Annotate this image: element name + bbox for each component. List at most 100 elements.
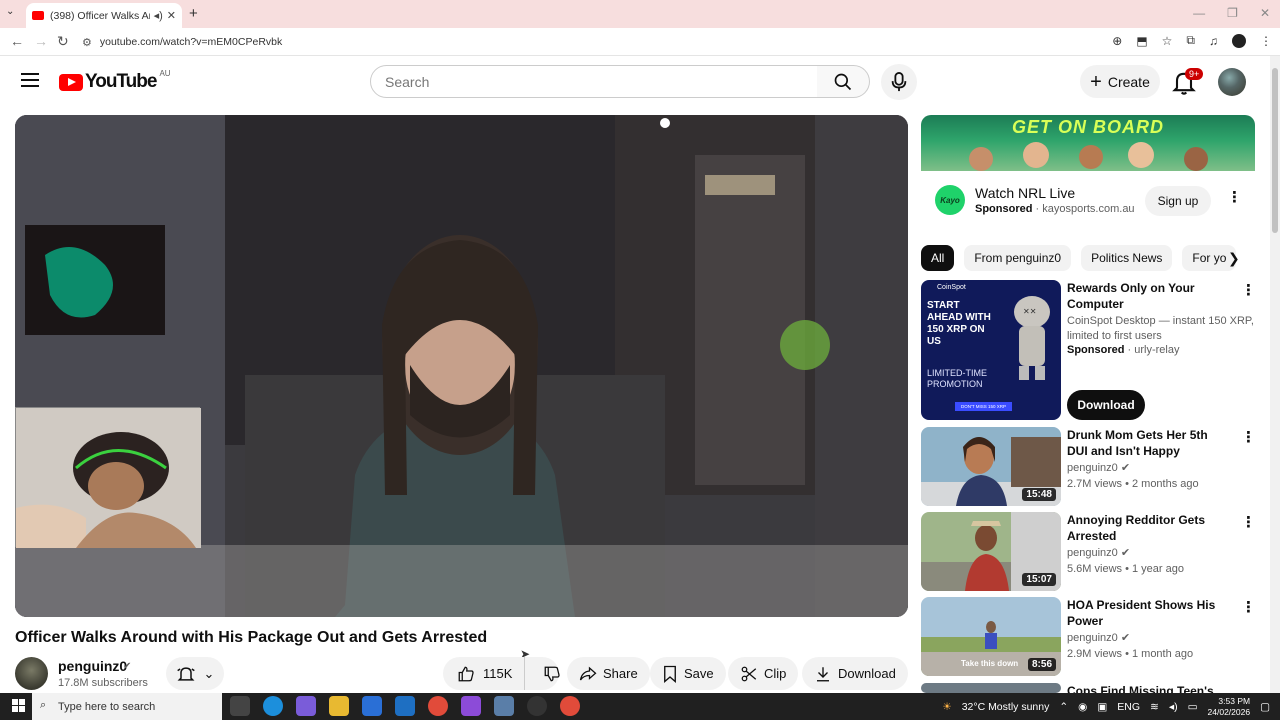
rec-more-options-icon[interactable]: ⋮ <box>1241 598 1256 616</box>
rec-title[interactable]: Annoying Redditor Gets Arrested <box>1067 512 1231 544</box>
chrome-active-icon[interactable] <box>560 696 580 716</box>
rec-more-options-icon[interactable]: ⋮ <box>1241 428 1256 446</box>
forward-arrow-icon[interactable]: → <box>34 33 48 49</box>
ad-banner-image[interactable]: GET ON BOARD <box>921 115 1255 171</box>
thumbs-up-icon <box>458 666 474 681</box>
reload-icon[interactable]: ↻ <box>57 33 69 50</box>
youtube-logo[interactable]: YouTube AU <box>59 69 171 93</box>
tray-chevron-icon[interactable]: ⌃ <box>1059 701 1068 713</box>
rec-title[interactable]: Cops Find Missing Teen's Body <box>1067 683 1231 693</box>
search-button[interactable] <box>817 65 870 98</box>
store-icon[interactable] <box>362 696 382 716</box>
tab-audio-icon[interactable]: ◂) <box>154 9 163 22</box>
hamburger-menu-icon[interactable] <box>21 73 39 87</box>
kayo-logo[interactable]: Kayo <box>935 185 965 215</box>
channel-avatar[interactable] <box>15 657 48 690</box>
search-input[interactable] <box>385 73 817 90</box>
language-indicator[interactable]: ENG <box>1117 701 1140 713</box>
search-box[interactable] <box>370 65 818 98</box>
profile-icon[interactable] <box>1232 33 1246 48</box>
rec-download-button[interactable]: Download <box>1067 390 1145 420</box>
share-button[interactable]: Share <box>567 657 650 690</box>
voice-search-button[interactable] <box>881 64 917 100</box>
subscribed-button[interactable]: ⌄ <box>166 657 224 690</box>
like-button[interactable]: 115K <box>443 657 526 690</box>
sponsored-recommendation[interactable]: CoinSpot START AHEAD WITH 150 XRP ON US … <box>921 280 1256 420</box>
rec-description: CoinSpot Desktop — instant 150 XRP, limi… <box>1067 315 1254 342</box>
minimize-icon[interactable]: — <box>1193 6 1205 20</box>
chip-from-channel[interactable]: From penguinz0 <box>964 245 1072 271</box>
rec-title[interactable]: Rewards Only on Your Computer <box>1067 280 1231 312</box>
rec-more-options-icon[interactable]: ⋮ <box>1241 513 1256 531</box>
app-icon[interactable] <box>494 696 514 716</box>
task-view-icon[interactable] <box>230 696 250 716</box>
new-tab-plus-icon[interactable]: + <box>189 5 198 22</box>
wifi-icon[interactable]: ≋ <box>1150 701 1159 713</box>
ad-signup-button[interactable]: Sign up <box>1145 186 1211 216</box>
back-arrow-icon[interactable]: ← <box>10 33 24 49</box>
taskbar-search-box[interactable]: ⌕ Type here to search <box>32 693 222 720</box>
rec-title[interactable]: HOA President Shows His Power <box>1067 597 1231 629</box>
obs-icon[interactable] <box>527 696 547 716</box>
restore-icon[interactable]: ❐ <box>1227 6 1238 20</box>
rec-thumbnail[interactable]: 15:48 <box>921 427 1061 506</box>
save-label: Save <box>684 666 714 681</box>
extensions-icon[interactable]: ⧉ <box>1186 33 1195 48</box>
tab-search-chevron-icon[interactable]: ⌄ <box>6 6 14 17</box>
account-avatar[interactable] <box>1218 68 1246 96</box>
rec-thumbnail[interactable]: Take this down 8:56 <box>921 597 1061 676</box>
coinspot-ad-thumbnail[interactable]: CoinSpot START AHEAD WITH 150 XRP ON US … <box>921 280 1061 420</box>
chips-next-arrow-icon[interactable]: ❯ <box>1228 250 1240 267</box>
media-control-icon[interactable]: ♫ <box>1209 34 1218 48</box>
tray-app-icon[interactable]: ▣ <box>1097 701 1107 713</box>
scrollbar-thumb[interactable] <box>1272 68 1278 233</box>
rec-thumbnail[interactable] <box>921 683 1061 693</box>
url-field[interactable]: ⚙ youtube.com/watch?v=mEM0CPeRvbk <box>82 32 1092 52</box>
edge-icon[interactable] <box>263 696 283 716</box>
close-window-icon[interactable]: ✕ <box>1260 6 1270 20</box>
recommended-video[interactable]: 15:48 Drunk Mom Gets Her 5th DUI and Isn… <box>921 427 1256 506</box>
rec-channel[interactable]: penguinz0 ✔ <box>1067 546 1130 559</box>
chip-politics-news[interactable]: Politics News <box>1081 245 1173 271</box>
install-app-icon[interactable]: ⬒ <box>1136 34 1147 48</box>
recommended-video[interactable]: 15:07 Annoying Redditor Gets Arrested pe… <box>921 512 1256 591</box>
rec-thumbnail[interactable]: 15:07 <box>921 512 1061 591</box>
network-icon[interactable]: ◉ <box>1078 701 1087 713</box>
svg-text:✕✕: ✕✕ <box>1023 307 1036 316</box>
ad-more-options-icon[interactable]: ⋮ <box>1227 188 1242 206</box>
save-button[interactable]: Save <box>650 657 726 690</box>
windows-start-icon[interactable] <box>12 699 25 712</box>
zoom-icon[interactable]: ⊕ <box>1112 34 1122 48</box>
ad-title[interactable]: Watch NRL Live <box>975 185 1075 201</box>
rec-channel[interactable]: penguinz0 ✔ <box>1067 631 1130 644</box>
create-button[interactable]: + Create <box>1080 65 1160 98</box>
bookmark-star-icon[interactable]: ☆ <box>1162 34 1173 48</box>
taskbar-clock[interactable]: 3:53 PM 24/02/2026 <box>1208 696 1251 718</box>
channel-name[interactable]: penguinz0 <box>58 658 127 674</box>
youtube-header: YouTube AU + Create 9+ <box>0 56 1270 108</box>
recommended-video[interactable]: Cops Find Missing Teen's Body <box>921 683 1255 693</box>
chip-all[interactable]: All <box>921 245 955 271</box>
outlook-icon[interactable] <box>395 696 415 716</box>
rec-more-options-icon[interactable]: ⋮ <box>1241 281 1256 299</box>
file-explorer-icon[interactable] <box>329 696 349 716</box>
site-info-icon[interactable]: ⚙ <box>82 36 92 49</box>
video-player[interactable] <box>15 115 908 617</box>
rec-title[interactable]: Drunk Mom Gets Her 5th DUI and Isn't Hap… <box>1067 427 1231 459</box>
rec-channel[interactable]: penguinz0 ✔ <box>1067 461 1130 474</box>
volume-icon[interactable]: ◂) <box>1169 701 1178 713</box>
clip-button[interactable]: Clip <box>728 657 799 690</box>
tab-close-icon[interactable]: ✕ <box>167 9 176 22</box>
recommended-video[interactable]: Take this down 8:56 HOA President Shows … <box>921 597 1256 676</box>
chrome-icon[interactable] <box>428 696 448 716</box>
battery-icon[interactable]: ▭ <box>1188 701 1198 713</box>
copilot-icon[interactable] <box>296 696 316 716</box>
download-button[interactable]: Download <box>802 657 908 690</box>
weather-text[interactable]: 32°C Mostly sunny <box>962 701 1050 713</box>
browser-tab-active[interactable]: (398) Officer Walks Around ◂) ✕ <box>26 3 182 28</box>
notification-center-icon[interactable]: ▢ <box>1260 701 1270 713</box>
verified-check-icon: ✔ <box>1120 547 1131 559</box>
browser-menu-icon[interactable]: ⋮ <box>1260 34 1272 48</box>
page-scrollbar[interactable] <box>1270 56 1280 693</box>
app-icon[interactable] <box>461 696 481 716</box>
